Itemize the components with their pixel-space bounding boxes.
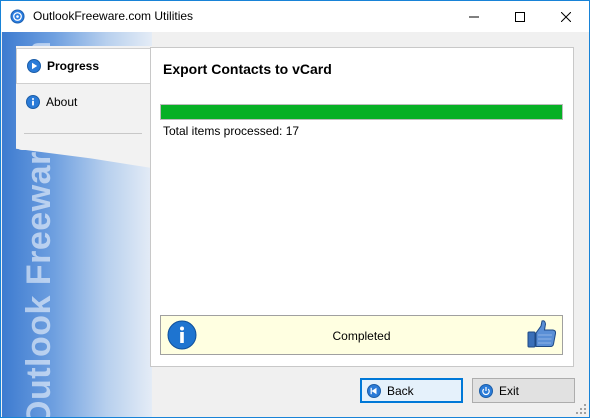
content-panel: Export Contacts to vCard Total items pro… bbox=[150, 47, 574, 367]
info-icon bbox=[26, 95, 40, 109]
progress-fill bbox=[161, 105, 562, 119]
back-button[interactable]: Back bbox=[360, 378, 463, 403]
sidebar-item-progress[interactable]: Progress bbox=[16, 48, 150, 84]
back-button-label: Back bbox=[387, 383, 414, 398]
maximize-icon bbox=[515, 11, 525, 22]
app-window: OutlookFreeware.com Utilities Outlook Fr… bbox=[0, 0, 590, 418]
back-icon bbox=[367, 383, 381, 398]
page-title: Export Contacts to vCard bbox=[163, 61, 332, 77]
status-box: Completed bbox=[160, 315, 563, 355]
window-title: OutlookFreeware.com Utilities bbox=[33, 9, 194, 23]
exit-button[interactable]: Exit bbox=[472, 378, 575, 403]
play-circle-icon bbox=[27, 59, 41, 73]
exit-button-label: Exit bbox=[499, 383, 520, 398]
sidebar-item-about[interactable]: About bbox=[16, 84, 150, 120]
maximize-button[interactable] bbox=[497, 1, 543, 32]
sidebar-item-label: About bbox=[46, 95, 78, 109]
sidebar-item-label: Progress bbox=[47, 59, 100, 73]
minimize-icon bbox=[469, 16, 479, 17]
sidebar-divider bbox=[24, 133, 142, 134]
close-button[interactable] bbox=[543, 1, 589, 32]
close-icon bbox=[561, 11, 571, 22]
minimize-button[interactable] bbox=[451, 1, 497, 32]
progress-bar bbox=[160, 104, 563, 120]
status-text: Completed bbox=[332, 329, 391, 343]
resize-grip-icon[interactable] bbox=[573, 401, 587, 415]
thumbs-up-icon bbox=[527, 320, 557, 348]
title-bar[interactable]: OutlookFreeware.com Utilities bbox=[1, 1, 589, 32]
app-icon bbox=[10, 9, 25, 24]
sidebar: Outlook Freeware .com Progress About bbox=[2, 32, 152, 417]
items-processed-text: Total items processed: 17 bbox=[163, 124, 300, 138]
power-icon bbox=[479, 383, 493, 398]
